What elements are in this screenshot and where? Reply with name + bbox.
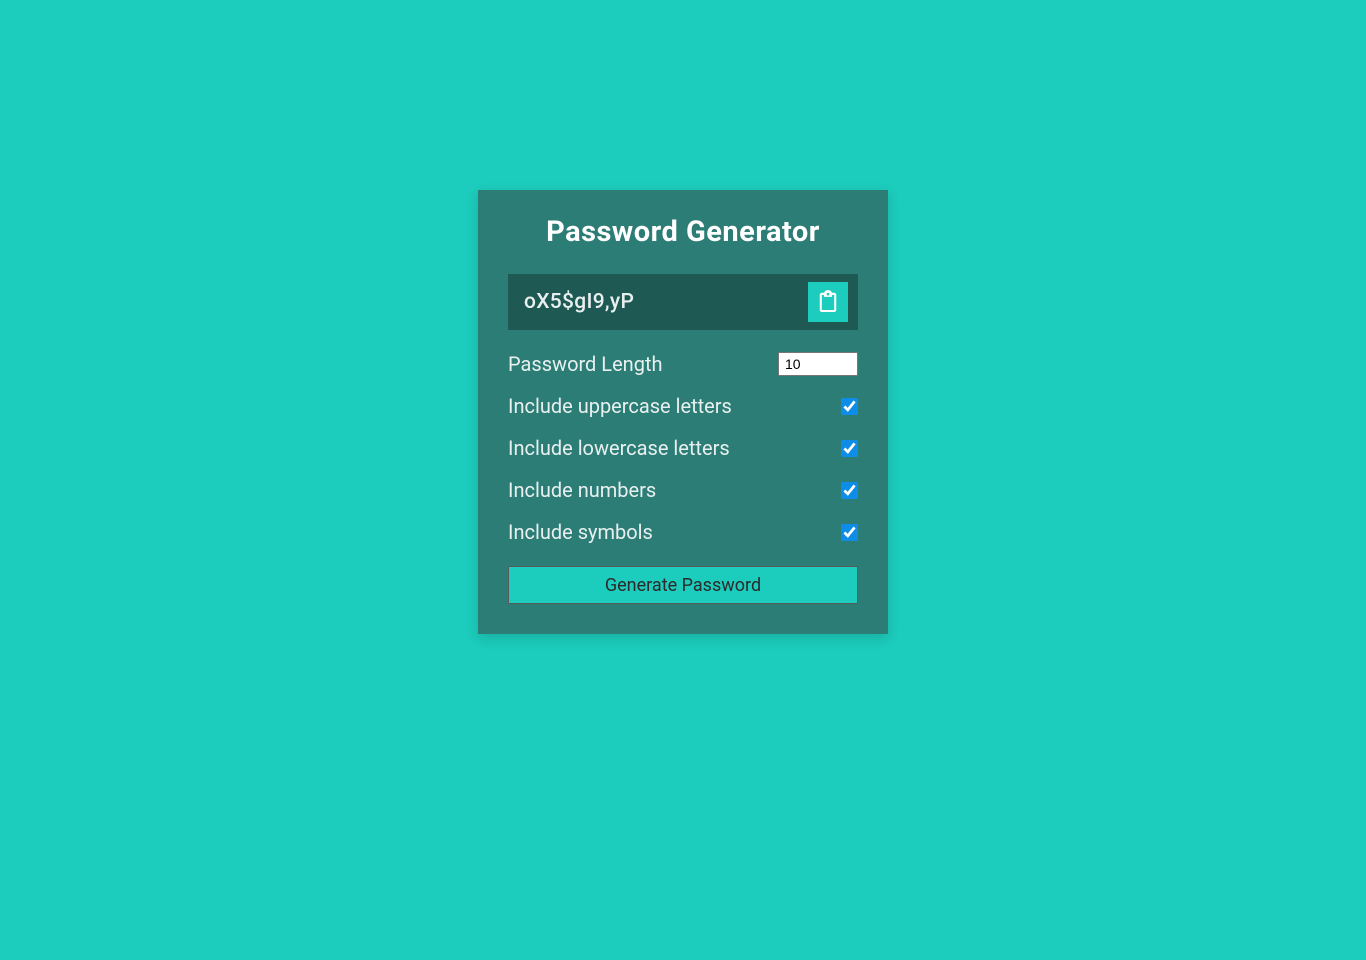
setting-length: Password Length [508, 352, 858, 376]
numbers-label: Include numbers [508, 478, 656, 502]
setting-symbols: Include symbols [508, 520, 858, 544]
password-generator-panel: Password Generator oX5$gI9,yP Password L… [478, 190, 888, 634]
clipboard-icon [818, 290, 838, 315]
copy-to-clipboard-button[interactable] [808, 282, 848, 322]
length-input[interactable] [778, 352, 858, 376]
numbers-checkbox[interactable] [841, 482, 858, 499]
uppercase-checkbox[interactable] [841, 398, 858, 415]
lowercase-label: Include lowercase letters [508, 436, 730, 460]
uppercase-label: Include uppercase letters [508, 394, 732, 418]
page-title: Password Generator [508, 215, 858, 249]
generated-password: oX5$gI9,yP [524, 290, 634, 314]
length-label: Password Length [508, 352, 663, 376]
symbols-checkbox[interactable] [841, 524, 858, 541]
lowercase-checkbox[interactable] [841, 440, 858, 457]
password-result-container: oX5$gI9,yP [508, 274, 858, 330]
symbols-label: Include symbols [508, 520, 653, 544]
setting-uppercase: Include uppercase letters [508, 394, 858, 418]
setting-lowercase: Include lowercase letters [508, 436, 858, 460]
setting-numbers: Include numbers [508, 478, 858, 502]
generate-password-button[interactable]: Generate Password [508, 566, 858, 604]
